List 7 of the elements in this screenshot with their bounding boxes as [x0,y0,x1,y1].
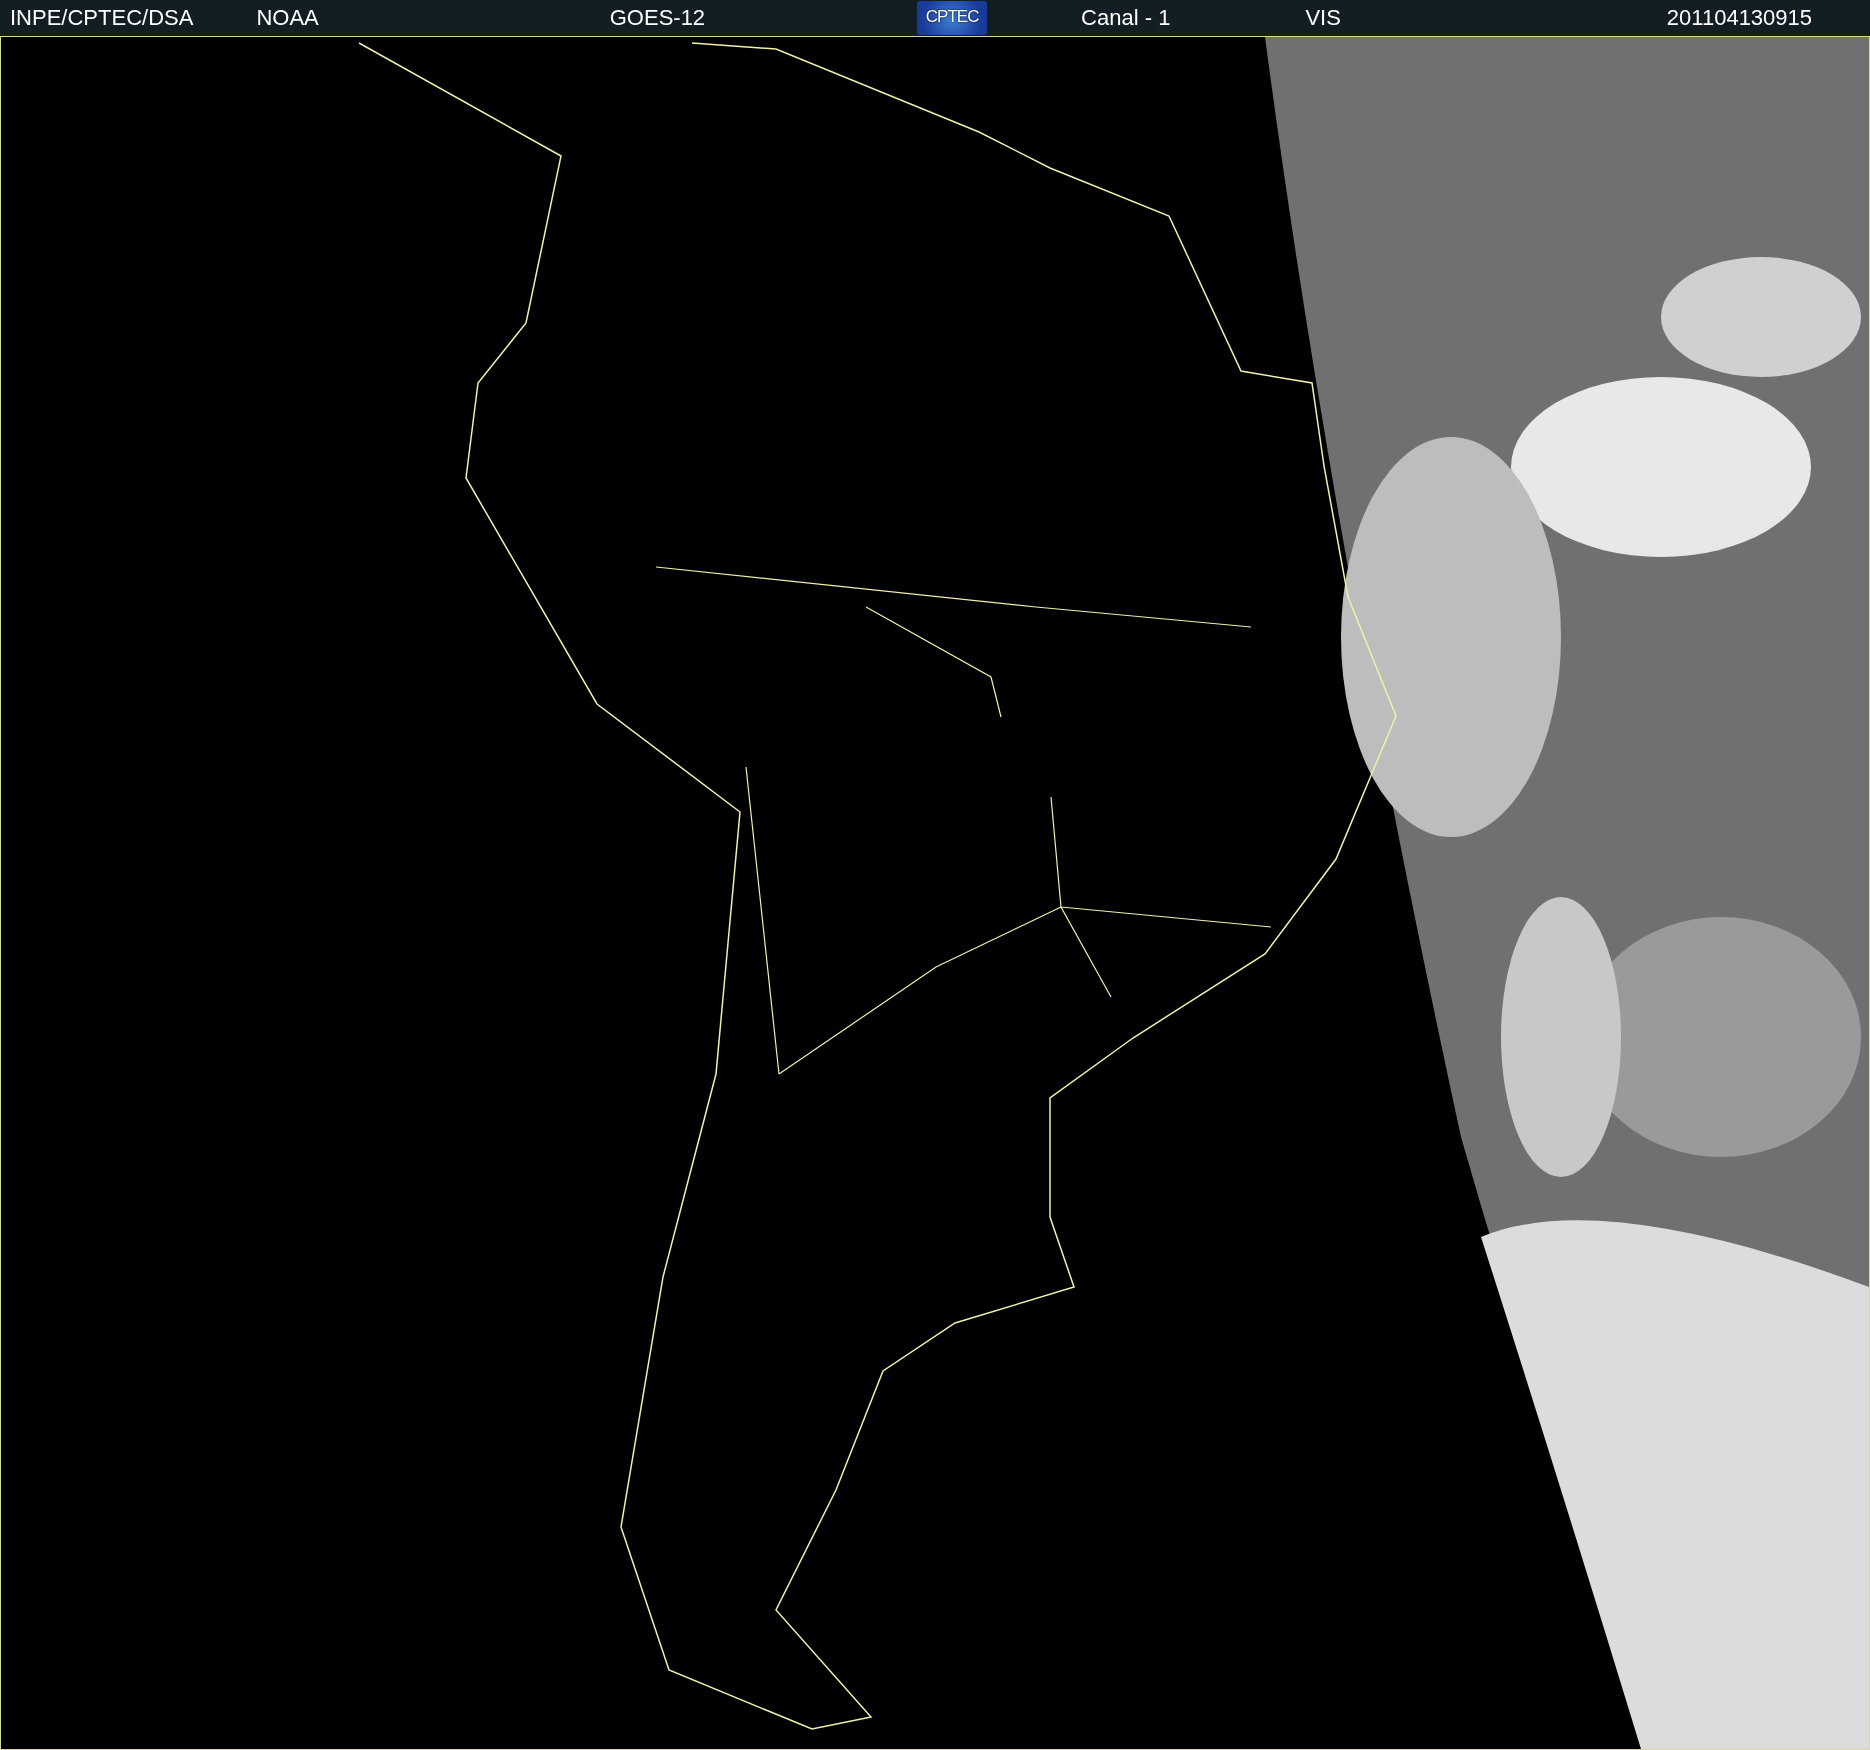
logo: CPTEC [917,1,988,35]
header-label: VIS [1305,4,1341,32]
header-label: GOES-12 [609,4,706,32]
header-label: 201104130915 [1666,4,1813,32]
header-label: Canal - 1 [1081,4,1171,32]
header-label: INPE/CPTEC/DSA [10,4,194,32]
header-label: NOAA [256,4,319,32]
